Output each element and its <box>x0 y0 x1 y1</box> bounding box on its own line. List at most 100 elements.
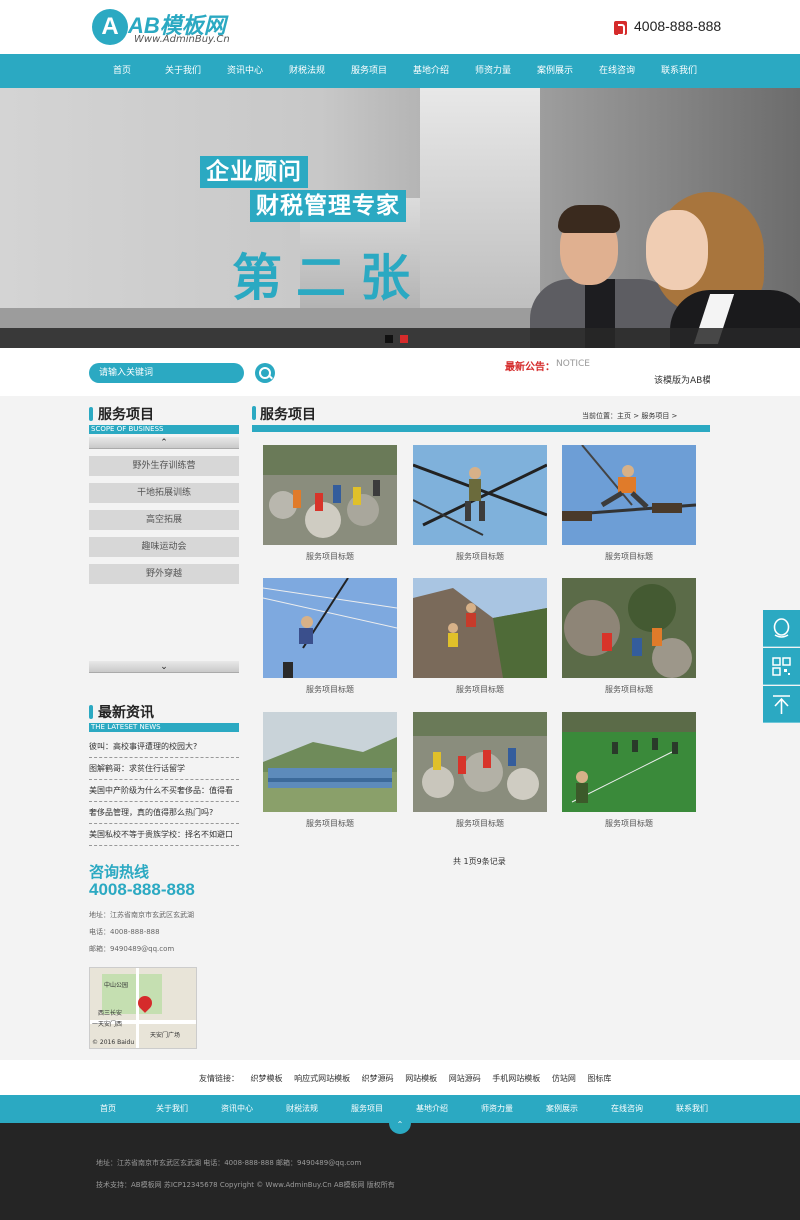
banner-slogan-1: 企业顾问 <box>200 156 308 188</box>
friend-link[interactable]: 手机网站模板 <box>492 1074 540 1083</box>
footer-nav-item[interactable]: 在线咨询 <box>597 1095 657 1123</box>
search-bar-row: 最新公告： NOTICE 该模版为AB模板网 <box>0 348 800 396</box>
service-card[interactable]: 服务项目标题 <box>263 578 397 695</box>
chevron-down-icon[interactable]: ⌄ <box>89 661 239 673</box>
news-list-item[interactable]: 美国中产阶级为什么不买奢侈品：值得看 <box>89 780 239 802</box>
map-label: 西三长安 <box>98 1010 123 1017</box>
footer-nav-item[interactable]: 服务项目 <box>337 1095 397 1123</box>
footer-copyright: 技术支持：AB模板网 苏ICP12345678 Copyright © Www.… <box>96 1181 395 1189</box>
nav-item-regulations[interactable]: 财税法规 <box>276 54 338 88</box>
sidebar-category-item[interactable]: 趣味运动会 <box>89 537 239 557</box>
service-card[interactable]: 服务项目标题 <box>413 445 547 562</box>
sidebar-category-item[interactable]: 野外生存训练营 <box>89 456 239 476</box>
footer-nav-item[interactable]: 资讯中心 <box>207 1095 267 1123</box>
qrcode-icon[interactable] <box>763 648 800 685</box>
footer-nav-item[interactable]: 师资力量 <box>467 1095 527 1123</box>
news-list-item[interactable]: 彼叫：高校事评遭理的校园大? <box>89 736 239 758</box>
nav-item-cases[interactable]: 案例展示 <box>524 54 586 88</box>
hotline-number: 4008-888-888 <box>634 18 722 34</box>
service-card-title: 服务项目标题 <box>456 819 504 828</box>
sidebar-category-item[interactable]: 干地拓展训练 <box>89 483 239 503</box>
footer-nav-item[interactable]: 首页 <box>78 1095 138 1123</box>
back-to-top-icon[interactable] <box>763 686 800 723</box>
contact-address: 地址：江苏省南京市玄武区玄武湖 <box>89 911 194 919</box>
location-map[interactable]: 中山公园 西三长安 一天安门西 天安门广场 © 2016 Baidu <box>89 967 197 1049</box>
sidebar-category-item[interactable]: 野外穿越 <box>89 564 239 584</box>
logo-url: Www.AdminBuy.Cn <box>134 34 230 45</box>
map-label: 天安门广场 <box>150 1032 181 1039</box>
chevron-up-icon[interactable]: ⌃ <box>89 437 239 449</box>
service-card-title: 服务项目标题 <box>605 685 653 694</box>
news-list-item[interactable]: 美国私校不等于贵族学校：择名不如避口 <box>89 824 239 846</box>
service-card-image <box>263 445 397 545</box>
nav-item-services[interactable]: 服务项目 <box>338 54 400 88</box>
contact-title: 咨询热线 <box>89 863 150 881</box>
news-list-item[interactable]: 图解鹤哥：求贫住行话留学 <box>89 758 239 780</box>
site-footer: 地址：江苏省南京市玄武区玄武湖 电话：4008-888-888 邮箱：94904… <box>0 1123 800 1220</box>
phone-icon <box>614 21 627 36</box>
breadcrumb[interactable]: 当前位置：主页 > 服务项目 > <box>582 411 677 421</box>
contact-phone: 4008-888-888 <box>89 880 195 899</box>
friend-link[interactable]: 织梦源码 <box>362 1074 394 1083</box>
contact-email: 邮箱：9490489@qq.com <box>89 945 175 953</box>
nav-item-home[interactable]: 首页 <box>91 54 153 88</box>
search-input[interactable] <box>89 363 244 383</box>
search-icon[interactable] <box>255 363 275 383</box>
service-card-image <box>562 445 696 545</box>
banner-woman-figure <box>640 192 800 348</box>
service-card[interactable]: 服务项目标题 <box>413 578 547 695</box>
service-card[interactable]: 服务项目标题 <box>562 578 696 695</box>
service-card-image <box>413 445 547 545</box>
notice-marquee[interactable]: 该模版为AB模板网 <box>654 373 710 386</box>
slide-dot-2[interactable] <box>400 335 408 343</box>
service-card-title: 服务项目标题 <box>306 552 354 561</box>
footer-nav-item[interactable]: 基地介绍 <box>402 1095 462 1123</box>
contact-tel: 电话：4008-888-888 <box>89 928 160 936</box>
banner-slogan-2: 财税管理专家 <box>250 190 406 222</box>
service-card-title: 服务项目标题 <box>605 552 653 561</box>
service-card-image <box>263 712 397 812</box>
service-card-image <box>413 578 547 678</box>
service-card-image <box>562 712 696 812</box>
footer-nav-item[interactable]: 关于我们 <box>142 1095 202 1123</box>
service-card-title: 服务项目标题 <box>456 552 504 561</box>
friend-links-label: 友情链接： <box>199 1074 239 1083</box>
nav-item-teachers[interactable]: 师资力量 <box>462 54 524 88</box>
friend-link[interactable]: 网站源码 <box>449 1074 481 1083</box>
map-label: 中山公园 <box>104 982 129 989</box>
service-card-title: 服务项目标题 <box>306 685 354 694</box>
map-label: 一天安门西 <box>92 1021 123 1028</box>
nav-item-contact[interactable]: 联系我们 <box>648 54 710 88</box>
service-card[interactable]: 服务项目标题 <box>413 712 547 829</box>
footer-nav-item[interactable]: 财税法规 <box>272 1095 332 1123</box>
sidebar-category-item[interactable]: 高空拓展 <box>89 510 239 530</box>
nav-item-news[interactable]: 资讯中心 <box>214 54 276 88</box>
friend-link[interactable]: 响应式网站模板 <box>294 1074 350 1083</box>
service-card[interactable]: 服务项目标题 <box>263 445 397 562</box>
service-card[interactable]: 服务项目标题 <box>562 445 696 562</box>
footer-address: 地址：江苏省南京市玄武区玄武湖 电话：4008-888-888 邮箱：94904… <box>96 1159 362 1167</box>
friend-links: 友情链接： 织梦模板 响应式网站模板 织梦源码 网站模板 网站源码 手机网站模板… <box>0 1060 800 1095</box>
nav-item-consult[interactable]: 在线咨询 <box>586 54 648 88</box>
friend-link[interactable]: 仿站网 <box>552 1074 576 1083</box>
service-card[interactable]: 服务项目标题 <box>562 712 696 829</box>
slide-dot-1[interactable] <box>385 335 393 343</box>
service-card[interactable]: 服务项目标题 <box>263 712 397 829</box>
friend-link[interactable]: 图标库 <box>587 1074 611 1083</box>
friend-link[interactable]: 网站模板 <box>405 1074 437 1083</box>
service-card-image <box>263 578 397 678</box>
main-nav: 首页 关于我们 资讯中心 财税法规 服务项目 基地介绍 师资力量 案例展示 在线… <box>0 54 800 88</box>
friend-link[interactable]: 织梦模板 <box>251 1074 283 1083</box>
footer-nav-item[interactable]: 案例展示 <box>532 1095 592 1123</box>
qq-icon[interactable] <box>763 610 800 647</box>
notice-label-en: NOTICE <box>556 359 590 369</box>
footer-nav-item[interactable]: 联系我们 <box>662 1095 722 1123</box>
sidebar-news-title: 最新资讯 THE LATESET NEWS <box>89 702 239 732</box>
pagination-info: 共 1页9条记录 <box>453 857 506 866</box>
news-list-item[interactable]: 奢侈品管理，真的值得那么热门吗? <box>89 802 239 824</box>
sidebar-services-title: 服务项目 SCOPE OF BUSINESS <box>89 404 239 434</box>
nav-item-about[interactable]: 关于我们 <box>152 54 214 88</box>
service-card-image <box>413 712 547 812</box>
site-logo[interactable]: A AB模板网 Www.AdminBuy.Cn <box>92 8 242 48</box>
nav-item-base[interactable]: 基地介绍 <box>400 54 462 88</box>
